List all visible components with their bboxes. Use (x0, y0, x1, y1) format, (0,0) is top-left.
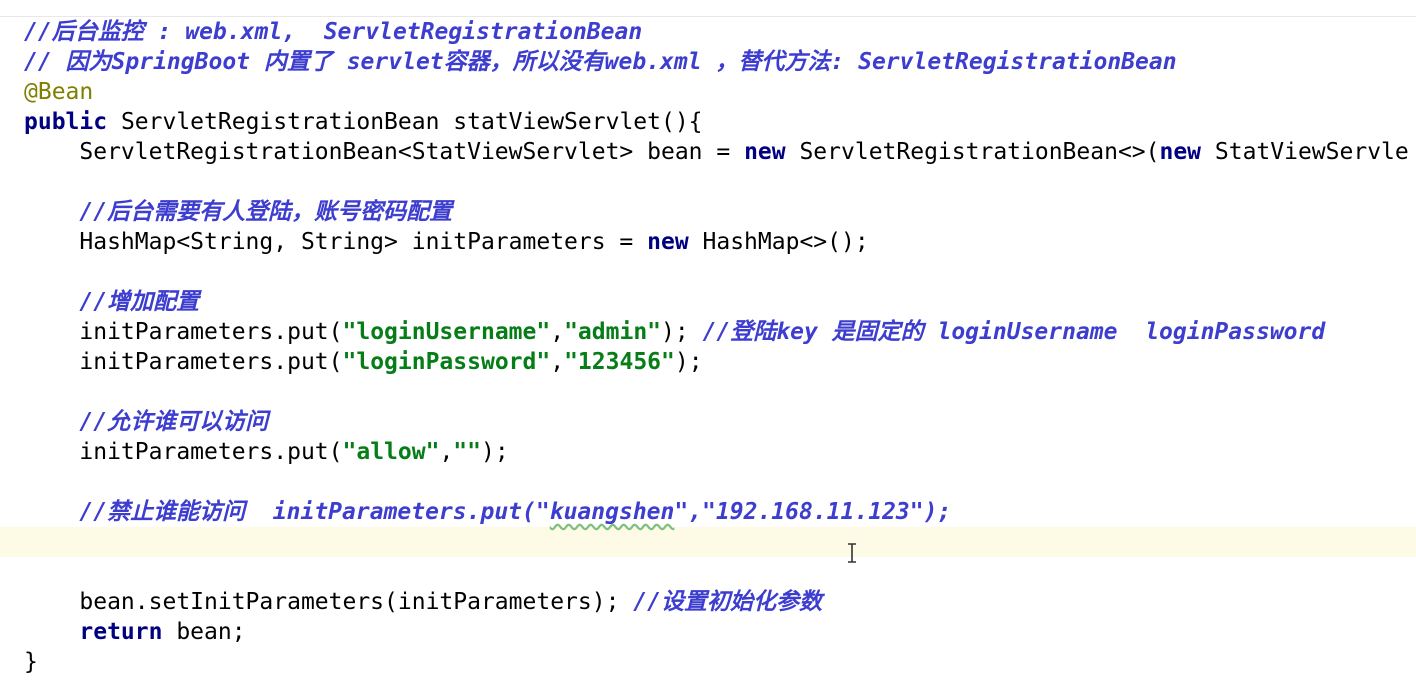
code-text: initParameters.put( (24, 439, 343, 465)
code-string: "admin" (564, 319, 662, 345)
code-line[interactable]: //禁止谁能访问 initParameters.put("kuangshen",… (24, 497, 951, 527)
code-comment: //允许谁可以访问 (79, 409, 269, 435)
code-line[interactable]: //增加配置 (24, 287, 199, 317)
code-text: initParameters.put( (24, 319, 343, 345)
code-comment: //后台监控 : web.xml, ServletRegistrationBea… (24, 19, 643, 45)
code-text: ); (674, 349, 703, 375)
code-text: initParameters.put( (24, 349, 343, 375)
code-keyword: new (647, 229, 689, 255)
code-comment: //增加配置 (79, 289, 200, 315)
code-line[interactable]: //允许谁可以访问 (24, 407, 268, 437)
code-text: bean.setInitParameters(initParameters); (24, 589, 634, 615)
code-string: "123456" (564, 349, 675, 375)
code-line[interactable]: bean.setInitParameters(initParameters); … (24, 587, 822, 617)
code-line[interactable]: @Bean (24, 77, 93, 107)
code-text: HashMap<String, String> initParameters = (24, 229, 648, 255)
code-comment: kuangshen (549, 499, 675, 525)
code-text: ServletRegistrationBean<StatViewServlet>… (24, 139, 745, 165)
code-comment: //后台需要有人登陆，账号密码配置 (79, 199, 453, 225)
code-text: , (550, 319, 565, 345)
code-text: bean; (162, 619, 246, 645)
code-comment: //设置初始化参数 (633, 589, 822, 615)
code-line[interactable]: //后台需要有人登陆，账号密码配置 (24, 197, 452, 227)
code-text: } (24, 649, 38, 675)
code-text: StatViewServle (1201, 139, 1409, 165)
code-text: HashMap<>(); (688, 229, 869, 255)
code-keyword: return (79, 619, 163, 645)
code-annotation: @Bean (24, 79, 94, 105)
code-line[interactable]: initParameters.put("allow",""); (24, 437, 509, 467)
code-line[interactable]: // 因为SpringBoot 内置了 servlet容器，所以没有web.xm… (24, 47, 1177, 77)
code-line[interactable]: } (24, 647, 38, 677)
code-line[interactable]: return bean; (24, 617, 246, 647)
code-keyword: new (1159, 139, 1202, 165)
code-comment: ","192.168.11.123"); (674, 499, 952, 525)
code-line[interactable]: //后台监控 : web.xml, ServletRegistrationBea… (24, 17, 642, 47)
code-text: , (550, 349, 565, 375)
code-string: "loginPassword" (342, 349, 551, 375)
caret-line-highlight (0, 527, 1416, 557)
code-line[interactable]: public ServletRegistrationBean statViewS… (24, 107, 703, 137)
code-editor[interactable]: //后台监控 : web.xml, ServletRegistrationBea… (0, 0, 1416, 687)
text-cursor-icon (848, 543, 856, 563)
code-line[interactable]: initParameters.put("loginPassword","1234… (24, 347, 703, 377)
code-line[interactable]: ServletRegistrationBean<StatViewServlet>… (24, 137, 1409, 167)
code-text: ServletRegistrationBean statViewServlet(… (107, 109, 703, 135)
code-text: ServletRegistrationBean<>( (785, 139, 1160, 165)
code-keyword: new (744, 139, 786, 165)
code-comment: // 因为SpringBoot 内置了 servlet容器，所以没有web.xm… (24, 49, 1177, 75)
code-line[interactable]: initParameters.put("loginUsername","admi… (24, 317, 1325, 347)
code-text: ); (481, 439, 509, 465)
code-string: "allow" (342, 439, 440, 465)
code-string: "" (453, 439, 481, 465)
code-keyword: public (24, 109, 108, 135)
code-comment: //禁止谁能访问 initParameters.put(" (79, 499, 550, 525)
code-line[interactable]: HashMap<String, String> initParameters =… (24, 227, 869, 257)
code-string: "loginUsername" (342, 319, 551, 345)
code-comment: //登陆key 是固定的 loginUsername loginPassword (702, 319, 1326, 345)
code-text: , (439, 439, 454, 465)
code-text: ); (661, 319, 703, 345)
